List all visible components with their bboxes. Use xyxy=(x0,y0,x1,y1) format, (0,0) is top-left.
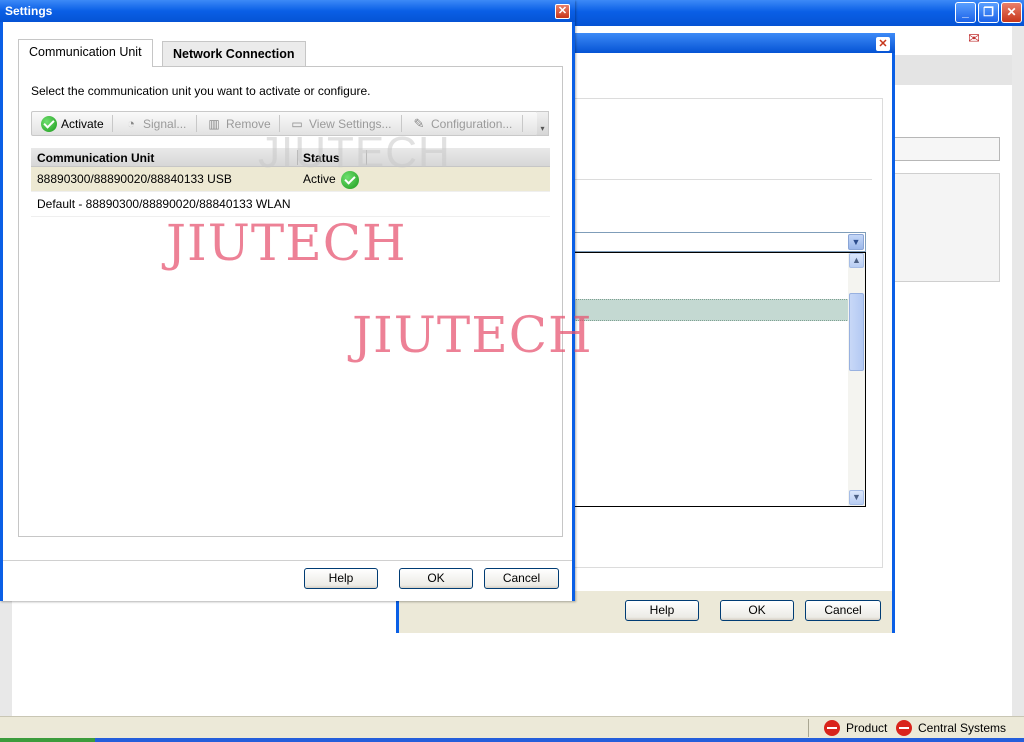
settings-client-area: Network Connection Select the communicat… xyxy=(3,22,572,560)
check-icon xyxy=(41,115,57,132)
stop-icon xyxy=(824,720,840,736)
app-right-border xyxy=(1012,26,1024,716)
signal-button[interactable]: ◔ Signal... xyxy=(119,112,190,135)
maximize-button[interactable]: ❐ xyxy=(978,2,999,23)
unit-cell: 88890300/88890020/88840133 USB xyxy=(37,172,232,186)
tab-communication-unit[interactable]: Communication Unit xyxy=(18,39,153,67)
status-separator xyxy=(808,719,809,737)
activate-label: Activate xyxy=(61,116,104,131)
ok-button[interactable]: OK xyxy=(720,600,794,621)
message-icon[interactable]: ✉ xyxy=(964,30,984,48)
toolbar-separator xyxy=(196,115,197,132)
scroll-up-icon[interactable]: ▲ xyxy=(849,253,864,268)
stop-icon xyxy=(896,720,912,736)
chevron-down-icon[interactable]: ▼ xyxy=(848,234,864,250)
column-header-unit[interactable]: Communication Unit xyxy=(37,151,154,165)
app-input-field[interactable] xyxy=(895,137,1000,161)
signal-icon: ◔ xyxy=(127,115,135,131)
central-systems-status[interactable]: Central Systems xyxy=(896,720,1006,736)
help-button[interactable]: Help xyxy=(625,600,699,621)
settings-close-button[interactable]: ✕ xyxy=(555,4,570,19)
toolbar-overflow-button[interactable]: ▾ xyxy=(537,111,549,136)
dialog-title: Settings xyxy=(5,4,53,18)
settings-footer: Help OK Cancel xyxy=(3,560,572,601)
list-scrollbar[interactable]: ▲ ▼ xyxy=(848,253,865,506)
scroll-down-icon[interactable]: ▼ xyxy=(849,490,864,505)
app-header-band xyxy=(895,55,1012,85)
background-dialog-close-button[interactable]: ✕ xyxy=(876,37,890,51)
start-button[interactable] xyxy=(0,738,95,742)
cancel-button[interactable]: Cancel xyxy=(805,600,881,621)
settings-titlebar: Settings ✕ xyxy=(0,0,575,22)
minimize-button[interactable]: _ xyxy=(955,2,976,23)
scroll-thumb[interactable] xyxy=(849,293,864,371)
activate-button[interactable]: Activate xyxy=(37,112,108,135)
instruction-text: Select the communication unit you want t… xyxy=(31,84,371,98)
central-systems-label: Central Systems xyxy=(918,721,1007,735)
toolbar-separator xyxy=(522,115,523,132)
ok-button[interactable]: OK xyxy=(399,568,473,589)
app-side-panel xyxy=(895,173,1000,282)
trash-icon: ▥ xyxy=(208,116,220,131)
tab-network-connection[interactable]: Network Connection xyxy=(162,41,306,67)
cancel-button[interactable]: Cancel xyxy=(484,568,559,589)
help-button[interactable]: Help xyxy=(304,568,378,589)
toolbar-separator xyxy=(112,115,113,132)
status-bar: Product Central Systems xyxy=(0,716,1024,738)
watermark-text: JIUTECH xyxy=(166,214,407,272)
product-status[interactable]: Product xyxy=(824,720,887,736)
signal-label: Signal... xyxy=(143,116,187,131)
watermark-text: JIUTECH xyxy=(258,128,451,177)
watermark-text: JIUTECH xyxy=(352,306,593,364)
taskbar xyxy=(0,738,1024,742)
close-button[interactable]: ✕ xyxy=(1001,2,1022,23)
settings-dialog: Settings ✕ Network Connection Select the… xyxy=(0,0,575,601)
product-label: Product xyxy=(846,721,888,735)
